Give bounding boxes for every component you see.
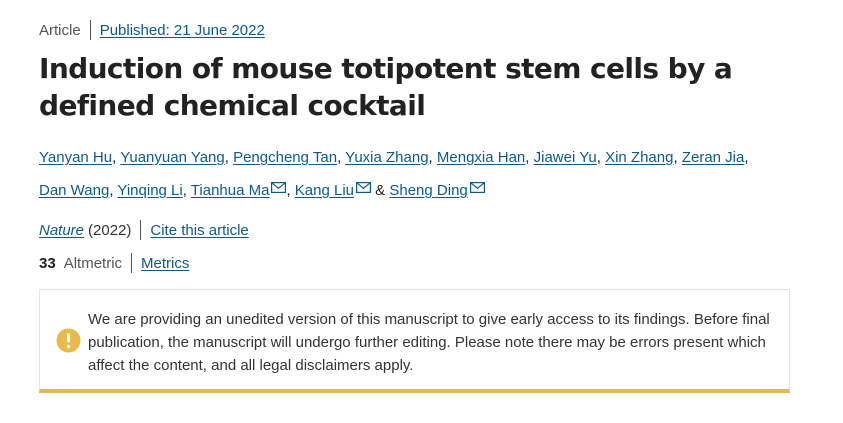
email-icon[interactable]: [356, 173, 372, 204]
meta-divider: [89, 20, 91, 40]
author-link[interactable]: Dan Wang: [39, 182, 109, 199]
altmetric-row: 33 Altmetric Metrics: [39, 253, 189, 273]
author-link[interactable]: Pengcheng Tan: [233, 149, 337, 166]
article-type-label: Article: [39, 21, 81, 39]
citation-divider: [140, 220, 142, 240]
published-date-link[interactable]: Published: 21 June 2022: [100, 22, 265, 39]
notice-text: We are providing an unedited version of …: [88, 311, 770, 374]
author-link[interactable]: Zeran Jia: [682, 149, 745, 166]
exclamation-circle-icon: [56, 328, 81, 353]
author-link[interactable]: Yanyan Hu: [39, 149, 112, 166]
publication-year: (2022): [88, 221, 132, 239]
author-link-corresponding[interactable]: Sheng Ding: [389, 182, 467, 199]
email-icon[interactable]: [271, 173, 287, 204]
altmetric-count: 33: [39, 254, 56, 272]
author-link-corresponding[interactable]: Tianhua Ma: [191, 182, 270, 199]
journal-name-link[interactable]: Nature: [39, 222, 84, 239]
journal-citation-row: Nature (2022) Cite this article: [39, 220, 249, 240]
author-link[interactable]: Jiawei Yu: [534, 149, 597, 166]
author-link-corresponding[interactable]: Kang Liu: [295, 182, 354, 199]
author-link[interactable]: Mengxia Han: [437, 149, 525, 166]
author-link[interactable]: Yinqing Li: [117, 182, 182, 199]
article-title: Induction of mouse totipotent stem cells…: [39, 52, 733, 122]
article-meta-row: Article Published: 21 June 2022: [39, 20, 265, 40]
author-link[interactable]: Yuxia Zhang: [345, 149, 428, 166]
cite-this-article-link[interactable]: Cite this article: [150, 222, 248, 239]
author-list: Yanyan Hu, Yuanyuan Yang, Pengcheng Tan,…: [39, 142, 799, 206]
author-link[interactable]: Yuanyuan Yang: [120, 149, 225, 166]
altmetric-label: Altmetric: [63, 254, 123, 272]
author-link[interactable]: Xin Zhang: [605, 149, 673, 166]
email-icon[interactable]: [469, 173, 485, 204]
metrics-link[interactable]: Metrics: [141, 255, 189, 272]
metrics-divider: [131, 253, 133, 273]
unedited-manuscript-notice: We are providing an unedited version of …: [39, 289, 790, 393]
